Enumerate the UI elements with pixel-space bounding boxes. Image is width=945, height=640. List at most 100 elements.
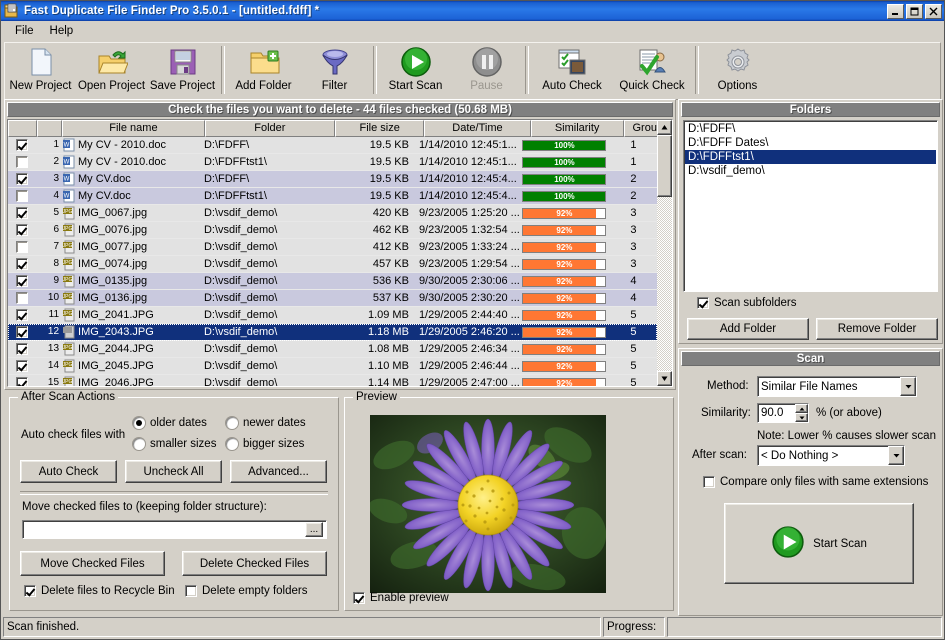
row-checkbox[interactable] bbox=[8, 290, 36, 307]
delete-empty-folders-indicator bbox=[185, 585, 197, 597]
column-header-folder[interactable]: Folder bbox=[205, 120, 336, 137]
table-row[interactable]: 9JPGIMG_0135.jpgD:\vsdif_demo\536 KB9/30… bbox=[8, 273, 657, 290]
table-row[interactable]: 1WMy CV - 2010.docD:\FDFF\19.5 KB1/14/20… bbox=[8, 137, 657, 154]
row-index: 2 bbox=[36, 154, 61, 171]
toolbar-button-pause[interactable]: Pause bbox=[451, 46, 522, 98]
radio-bigger-sizes-indicator bbox=[226, 438, 238, 450]
after-scan-combobox[interactable]: < Do Nothing > bbox=[757, 445, 905, 466]
row-checkbox[interactable] bbox=[8, 358, 36, 375]
row-checkbox[interactable] bbox=[8, 256, 36, 273]
row-file-name: JPGIMG_0136.jpg bbox=[61, 290, 200, 307]
table-row[interactable]: 13JPGIMG_2044.JPGD:\vsdif_demo\1.08 MB1/… bbox=[8, 341, 657, 358]
list-item[interactable]: D:\vsdif_demo\ bbox=[685, 164, 936, 178]
remove-folder-button[interactable]: Remove Folder bbox=[816, 318, 938, 340]
row-checkbox[interactable] bbox=[8, 222, 36, 239]
toolbar-button-quick-check[interactable]: Quick Check bbox=[612, 46, 692, 98]
list-item[interactable]: D:\FDFF Dates\ bbox=[685, 136, 936, 150]
start-scan-button[interactable]: Start Scan bbox=[724, 503, 914, 584]
folders-list[interactable]: D:\FDFF\D:\FDFF Dates\D:\FDFFtst1\D:\vsd… bbox=[683, 120, 938, 292]
enable-preview-checkbox[interactable]: Enable preview bbox=[353, 592, 449, 604]
advanced-button[interactable]: Advanced... bbox=[230, 460, 327, 483]
column-header-check[interactable] bbox=[8, 120, 37, 137]
row-checkbox[interactable] bbox=[8, 324, 36, 341]
file-list-scrollbar[interactable] bbox=[657, 120, 672, 386]
row-checkbox[interactable] bbox=[8, 239, 36, 256]
row-checkbox[interactable] bbox=[8, 205, 36, 222]
delete-to-recycle-bin-checkbox[interactable]: Delete files to Recycle Bin bbox=[24, 585, 175, 597]
browse-folder-button[interactable]: ... bbox=[305, 522, 323, 537]
menu-item-help[interactable]: Help bbox=[42, 23, 82, 39]
toolbar-button-auto-check[interactable]: Auto Check bbox=[532, 46, 612, 98]
minimize-button[interactable] bbox=[887, 4, 904, 19]
row-group: 3 bbox=[610, 205, 657, 222]
move-checked-files-button[interactable]: Move Checked Files bbox=[20, 551, 165, 576]
row-checkbox[interactable] bbox=[8, 375, 36, 388]
row-checkbox[interactable] bbox=[8, 307, 36, 324]
maximize-button[interactable] bbox=[906, 4, 923, 19]
auto-check-button[interactable]: Auto Check bbox=[20, 460, 117, 483]
table-row[interactable]: 15JPGIMG_2046.JPGD:\vsdif_demo\1.14 MB1/… bbox=[8, 375, 657, 387]
same-extensions-checkbox[interactable]: Compare only files with same extensions bbox=[703, 476, 928, 488]
table-row[interactable]: 14JPGIMG_2045.JPGD:\vsdif_demo\1.10 MB1/… bbox=[8, 358, 657, 375]
scroll-up-button[interactable] bbox=[657, 120, 672, 135]
radio-bigger-sizes[interactable]: bigger sizes bbox=[226, 438, 304, 450]
table-row[interactable]: 6JPGIMG_0076.jpgD:\vsdif_demo\462 KB9/23… bbox=[8, 222, 657, 239]
row-date-time: 1/29/2005 2:46:20 ... bbox=[415, 324, 519, 341]
scroll-down-button[interactable] bbox=[657, 371, 672, 386]
table-row[interactable]: 11JPGIMG_2041.JPGD:\vsdif_demo\1.09 MB1/… bbox=[8, 307, 657, 324]
similarity-bar: 92% bbox=[522, 361, 606, 372]
toolbar-button-start-scan[interactable]: Start Scan bbox=[380, 46, 451, 98]
scan-subfolders-checkbox[interactable]: Scan subfolders bbox=[697, 297, 796, 309]
radio-newer-dates[interactable]: newer dates bbox=[226, 417, 306, 429]
chevron-down-icon[interactable] bbox=[900, 377, 916, 396]
column-header-file-name[interactable]: File name bbox=[62, 120, 204, 137]
close-button[interactable] bbox=[925, 4, 942, 19]
menu-item-file[interactable]: File bbox=[7, 23, 42, 39]
move-to-path-input[interactable]: ... bbox=[22, 520, 327, 539]
radio-smaller-sizes[interactable]: smaller sizes bbox=[133, 438, 216, 450]
same-extensions-label: Compare only files with same extensions bbox=[720, 476, 928, 488]
row-checkbox[interactable] bbox=[8, 188, 36, 205]
toolbar-button-options[interactable]: Options bbox=[702, 46, 773, 98]
similarity-spinner[interactable] bbox=[795, 404, 808, 422]
spinner-down-icon[interactable] bbox=[795, 413, 808, 422]
scroll-thumb[interactable] bbox=[657, 135, 672, 197]
row-folder: D:\vsdif_demo\ bbox=[200, 324, 328, 341]
toolbar-button-save-project[interactable]: Save Project bbox=[147, 46, 218, 98]
row-checkbox[interactable] bbox=[8, 171, 36, 188]
row-checkbox[interactable] bbox=[8, 273, 36, 290]
add-folder-button[interactable]: Add Folder bbox=[687, 318, 809, 340]
table-row[interactable]: 8JPGIMG_0074.jpgD:\vsdif_demo\457 KB9/23… bbox=[8, 256, 657, 273]
toolbar-button-add-folder[interactable]: Add Folder bbox=[228, 46, 299, 98]
row-checkbox[interactable] bbox=[8, 137, 36, 154]
scan-panel: Scan Method: Similar File Names Similari… bbox=[678, 348, 943, 616]
toolbar-button-open-project[interactable]: Open Project bbox=[76, 46, 147, 98]
progress-label: Progress: bbox=[603, 617, 665, 637]
table-row[interactable]: 2WMy CV - 2010.docD:\FDFFtst1\19.5 KB1/1… bbox=[8, 154, 657, 171]
radio-older-dates[interactable]: older dates bbox=[133, 417, 207, 429]
method-combobox[interactable]: Similar File Names bbox=[757, 376, 917, 397]
table-row[interactable]: 12IMG_2043.JPGD:\vsdif_demo\1.18 MB1/29/… bbox=[8, 324, 657, 341]
column-header-similarity[interactable]: Similarity bbox=[531, 120, 624, 137]
list-item[interactable]: D:\FDFF\ bbox=[685, 122, 936, 136]
row-checkbox[interactable] bbox=[8, 341, 36, 358]
toolbar-button-filter[interactable]: Filter bbox=[299, 46, 370, 98]
delete-checked-files-button[interactable]: Delete Checked Files bbox=[182, 551, 327, 576]
delete-empty-folders-checkbox[interactable]: Delete empty folders bbox=[185, 585, 307, 597]
list-item[interactable]: D:\FDFFtst1\ bbox=[685, 150, 936, 164]
row-checkbox[interactable] bbox=[8, 154, 36, 171]
uncheck-all-button[interactable]: Uncheck All bbox=[125, 460, 222, 483]
toolbar-button-new-project[interactable]: New Project bbox=[5, 46, 76, 98]
table-row[interactable]: 7JPGIMG_0077.jpgD:\vsdif_demo\412 KB9/23… bbox=[8, 239, 657, 256]
column-header-file-size[interactable]: File size bbox=[335, 120, 424, 137]
table-row[interactable]: 4WMy CV.docD:\FDFFtst1\19.5 KB1/14/2010 … bbox=[8, 188, 657, 205]
chevron-down-icon[interactable] bbox=[888, 446, 904, 465]
table-row[interactable]: 10JPGIMG_0136.jpgD:\vsdif_demo\537 KB9/3… bbox=[8, 290, 657, 307]
column-header-index[interactable] bbox=[37, 120, 62, 137]
similarity-input[interactable]: 90.0 bbox=[757, 403, 809, 423]
spinner-up-icon[interactable] bbox=[795, 404, 808, 413]
table-row[interactable]: 3WMy CV.docD:\FDFF\19.5 KB1/14/2010 12:4… bbox=[8, 171, 657, 188]
column-header-date-time[interactable]: Date/Time bbox=[424, 120, 530, 137]
file-list-view[interactable]: File name Folder File size Date/Time Sim… bbox=[7, 119, 673, 387]
table-row[interactable]: 5JPGIMG_0067.jpgD:\vsdif_demo\420 KB9/23… bbox=[8, 205, 657, 222]
